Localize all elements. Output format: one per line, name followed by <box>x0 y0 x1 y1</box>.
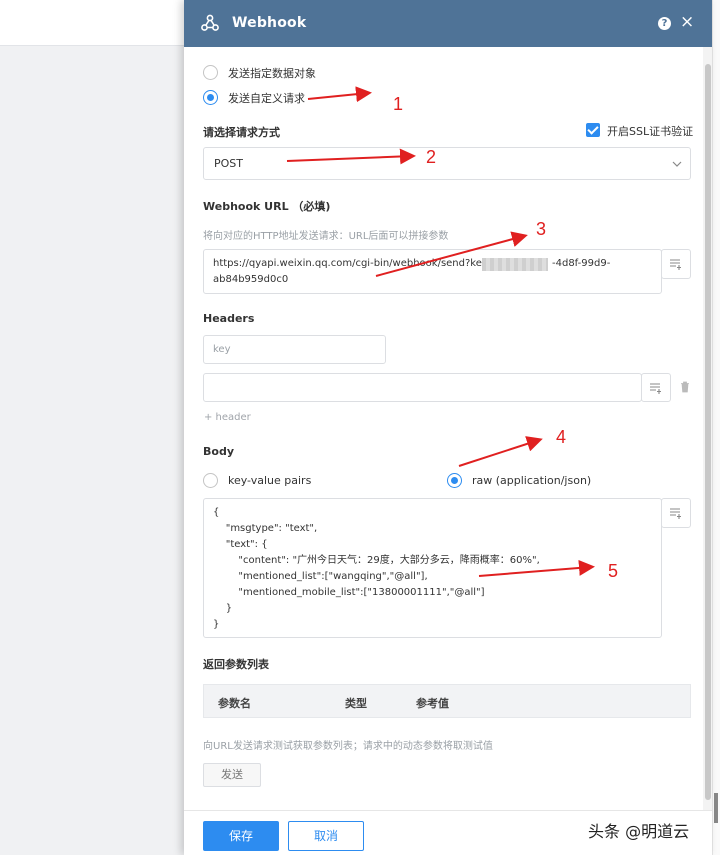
annotation-arrow-5 <box>478 559 595 577</box>
annotation-arrow-4 <box>458 436 543 467</box>
annotation-arrow-3 <box>375 231 528 277</box>
annotation-arrow-2 <box>286 148 416 165</box>
annotation-number-5: 5 <box>608 561 619 581</box>
annotation-number-1: 1 <box>393 94 404 114</box>
annotation-number-4: 4 <box>556 427 567 447</box>
annotation-arrow-1 <box>307 86 372 103</box>
annotation-arrows <box>286 86 595 577</box>
watermark-text: 头条 @明道云 <box>588 822 690 841</box>
annotation-number-2: 2 <box>426 147 437 167</box>
annotation-number-3: 3 <box>536 219 547 239</box>
